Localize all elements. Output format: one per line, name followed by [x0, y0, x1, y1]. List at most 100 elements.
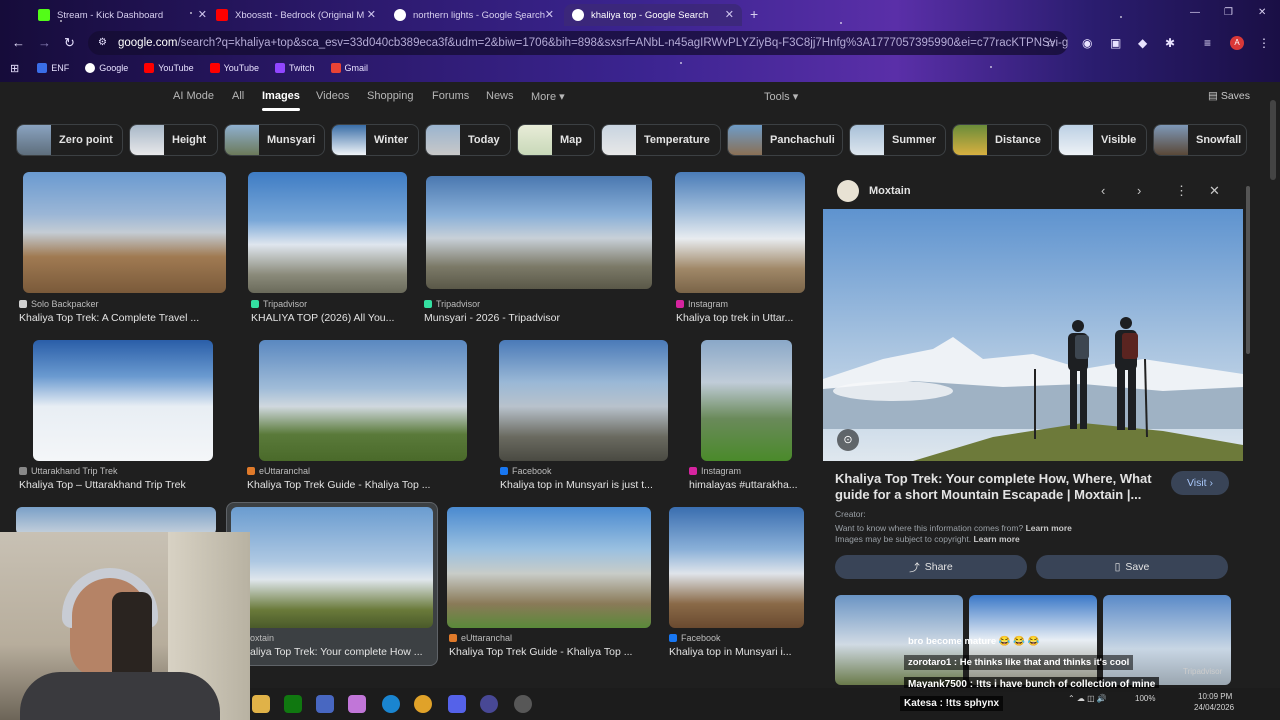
result-title[interactable]: Khaliya top in Munsyari i...	[669, 646, 804, 658]
result-source[interactable]: Solo Backpacker	[19, 299, 99, 309]
result-thumbnail[interactable]	[675, 172, 805, 293]
tab-ai-mode[interactable]: AI Mode	[173, 90, 214, 102]
close-icon[interactable]: ✕	[367, 8, 376, 21]
chip-panchachuli[interactable]: Panchachuli	[727, 124, 843, 156]
result-title[interactable]: aliya Top Trek: Your complete How ...	[250, 646, 430, 658]
panel-scrollbar[interactable]	[1246, 186, 1250, 354]
result-title[interactable]: Khaliya Top Trek: A Complete Travel ...	[19, 312, 219, 324]
puzzle-icon[interactable]: ✱	[1165, 36, 1175, 50]
result-thumbnail[interactable]	[231, 507, 433, 628]
more-options-icon[interactable]: ⋮	[1175, 183, 1188, 199]
extension-icon[interactable]: ▣	[1110, 36, 1121, 50]
result-source[interactable]: Instagram	[676, 299, 728, 309]
app-icon[interactable]	[480, 695, 498, 713]
edge-icon[interactable]	[382, 695, 400, 713]
bookmark-enf[interactable]: ENF	[37, 63, 69, 73]
preview-image[interactable]: ⊙	[823, 209, 1243, 461]
bookmark-gmail[interactable]: Gmail	[330, 63, 368, 73]
result-title[interactable]: KHALIYA TOP (2026) All You...	[251, 312, 411, 324]
chip-summer[interactable]: Summer	[849, 124, 946, 156]
result-source[interactable]: eUttaranchal	[449, 633, 512, 643]
result-source[interactable]: eUttaranchal	[247, 466, 310, 476]
extension-icon[interactable]: ◉	[1082, 36, 1092, 50]
result-source[interactable]: Uttarakhand Trip Trek	[19, 466, 118, 476]
app-icon[interactable]	[316, 695, 334, 713]
tab-kick[interactable]: Stream - Kick Dashboard ✕	[30, 4, 215, 26]
profile-avatar[interactable]: A	[1230, 36, 1244, 50]
result-title[interactable]: Khaliya Top Trek Guide - Khaliya Top ...	[247, 479, 447, 491]
tools-button[interactable]: Tools ▾	[764, 90, 798, 103]
file-explorer-icon[interactable]	[252, 695, 270, 713]
media-icon[interactable]: ≡	[1204, 36, 1211, 50]
result-source[interactable]: Tripadvisor	[424, 299, 480, 309]
result-thumbnail[interactable]	[23, 172, 226, 293]
result-title[interactable]: himalayas #uttarakha...	[689, 479, 807, 491]
tab-northern-lights[interactable]: northern lights - Google Search ✕	[386, 4, 562, 26]
chevron-left-icon[interactable]: ‹	[1101, 183, 1105, 198]
result-thumbnail[interactable]	[447, 507, 651, 628]
extension-icon[interactable]: ◆	[1138, 36, 1147, 50]
result-title[interactable]: Khaliya Top Trek Guide - Khaliya Top ...	[449, 646, 649, 658]
result-thumbnail[interactable]	[259, 340, 467, 461]
maximize-icon[interactable]: ❐	[1224, 7, 1233, 18]
result-title[interactable]: Khaliya Top – Uttarakhand Trip Trek	[19, 479, 219, 491]
battery-level[interactable]: 100%	[1135, 694, 1155, 703]
visit-button[interactable]: Visit ›	[1171, 471, 1229, 495]
chrome-icon[interactable]	[414, 695, 432, 713]
back-icon[interactable]: ←	[12, 35, 25, 50]
chip-visible[interactable]: Visible	[1058, 124, 1147, 156]
chip-height[interactable]: Height	[129, 124, 218, 156]
xbox-icon[interactable]	[284, 695, 302, 713]
share-button[interactable]: ⤴ Share	[835, 555, 1027, 579]
close-icon[interactable]: ✕	[545, 8, 554, 21]
learn-more-link[interactable]: Learn more	[973, 534, 1019, 544]
close-icon[interactable]: ✕	[725, 8, 734, 21]
menu-icon[interactable]: ⋮	[1258, 36, 1270, 50]
result-title[interactable]: Munsyari - 2026 - Tripadvisor	[424, 312, 652, 324]
saves-button[interactable]: ▤ Saves	[1208, 90, 1250, 102]
result-title[interactable]: Khaliya top in Munsyari is just t...	[500, 479, 665, 491]
result-thumbnail[interactable]	[426, 176, 652, 289]
address-bar[interactable]: google.com/search?q=khaliya+top&sca_esv=…	[88, 31, 1068, 55]
bookmark-star-icon[interactable]: ☆	[1045, 36, 1056, 50]
result-source[interactable]: Tripadvisor	[251, 299, 307, 309]
result-thumbnail[interactable]	[499, 340, 668, 461]
clock-time[interactable]: 10:09 PM	[1198, 692, 1232, 701]
tab-shopping[interactable]: Shopping	[367, 90, 414, 102]
panel-title[interactable]: Khaliya Top Trek: Your complete How, Whe…	[835, 471, 1155, 503]
clock-date[interactable]: 24/04/2026	[1194, 703, 1234, 712]
close-icon[interactable]: ✕	[198, 8, 207, 21]
settings-icon[interactable]	[514, 695, 532, 713]
chip-temperature[interactable]: Temperature	[601, 124, 721, 156]
result-title[interactable]: Khaliya top trek in Uttar...	[676, 312, 806, 324]
tab-all[interactable]: All	[232, 90, 244, 102]
tab-youtube[interactable]: Xboosstt - Bedrock (Original M ✕	[208, 4, 384, 26]
tab-forums[interactable]: Forums	[432, 90, 469, 102]
learn-more-link[interactable]: Learn more	[1026, 523, 1072, 533]
save-button[interactable]: ▯ Save	[1036, 555, 1228, 579]
site-info-icon[interactable]: ⚙	[98, 37, 107, 48]
new-tab-button[interactable]: +	[750, 6, 758, 22]
tab-videos[interactable]: Videos	[316, 90, 349, 102]
tab-news[interactable]: News	[486, 90, 514, 102]
minimize-icon[interactable]: —	[1190, 7, 1200, 18]
bookmark-youtube-2[interactable]: YouTube	[209, 63, 259, 73]
discord-icon[interactable]	[448, 695, 466, 713]
chip-snowfall[interactable]: Snowfall	[1153, 124, 1247, 156]
close-icon[interactable]: ✕	[1209, 183, 1220, 199]
tab-images[interactable]: Images	[262, 90, 300, 111]
apps-grid-icon[interactable]: ⊞	[10, 62, 19, 75]
result-source[interactable]: Facebook	[500, 466, 552, 476]
tray-icons[interactable]: ⌃ ☁ ◫ 🔊	[1068, 694, 1107, 703]
chip-winter[interactable]: Winter	[331, 124, 419, 156]
result-thumbnail[interactable]	[16, 507, 216, 535]
forward-icon[interactable]: →	[38, 35, 51, 50]
page-scrollbar[interactable]	[1270, 100, 1276, 180]
bookmark-google[interactable]: Google	[85, 63, 128, 73]
result-thumbnail[interactable]	[33, 340, 213, 461]
tab-khaliya-top[interactable]: khaliya top - Google Search ✕	[564, 4, 742, 26]
chip-munsyari[interactable]: Munsyari	[224, 124, 325, 156]
result-thumbnail[interactable]	[669, 507, 804, 628]
chip-distance[interactable]: Distance	[952, 124, 1052, 156]
chip-zero-point[interactable]: Zero point	[16, 124, 123, 156]
